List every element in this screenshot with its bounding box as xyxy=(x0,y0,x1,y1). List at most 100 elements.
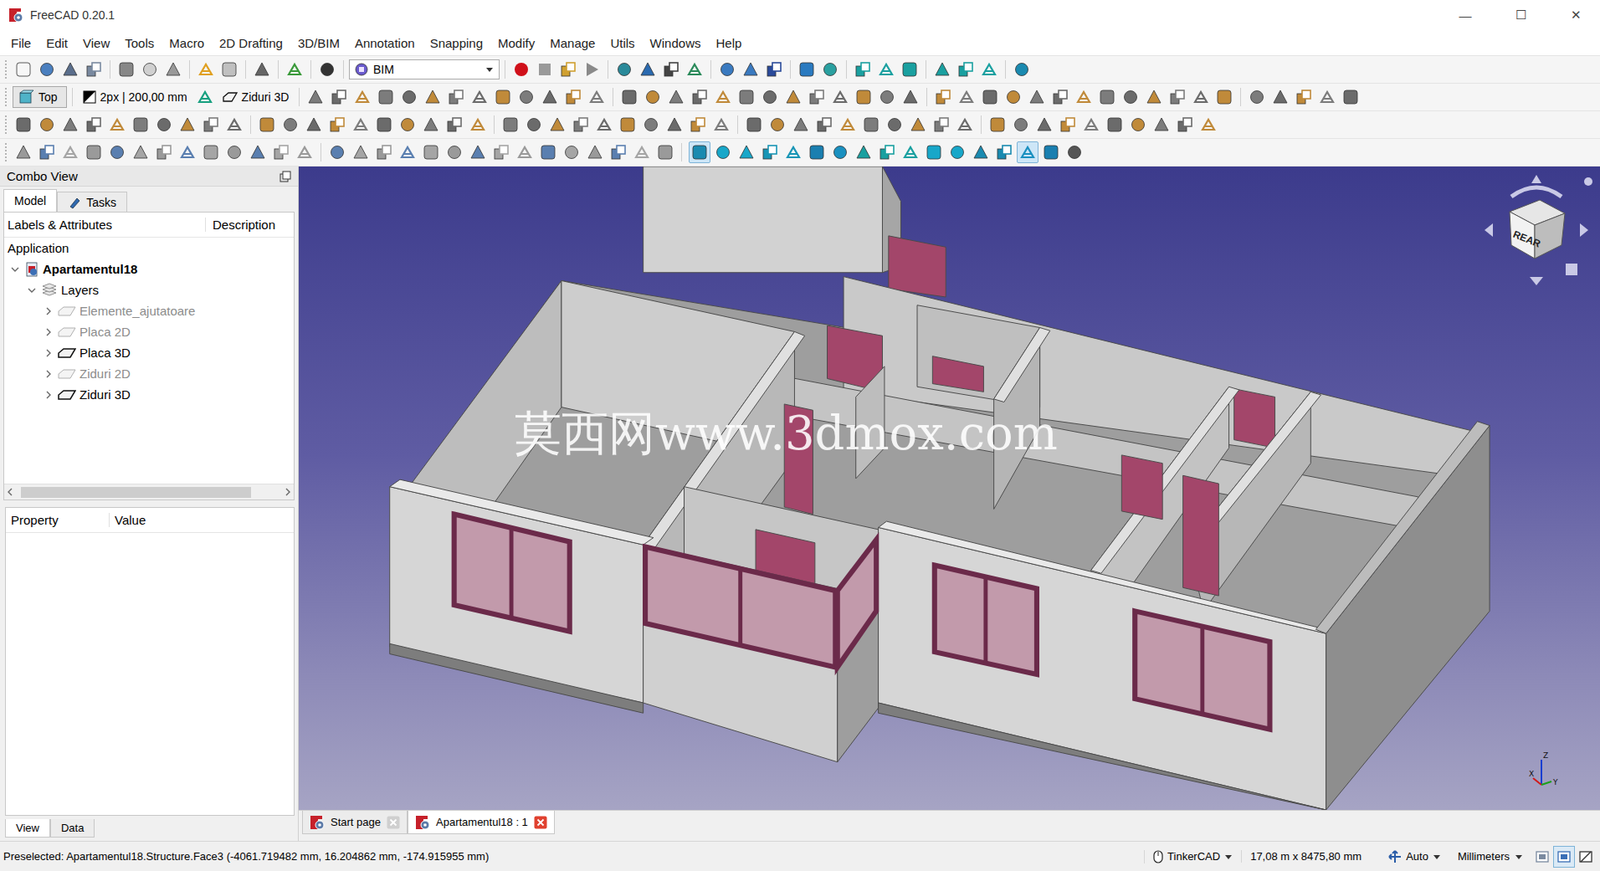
tool-icon[interactable] xyxy=(925,143,943,161)
building-model[interactable] xyxy=(298,166,1600,811)
tool-button[interactable] xyxy=(1119,86,1142,108)
tool-icon[interactable] xyxy=(1042,143,1060,161)
tool-icon[interactable] xyxy=(686,61,703,78)
tool-button[interactable] xyxy=(138,58,161,81)
tool-button[interactable] xyxy=(930,113,953,136)
tool-icon[interactable] xyxy=(328,143,346,161)
tool-button[interactable] xyxy=(533,58,556,81)
tool-icon[interactable] xyxy=(586,143,604,161)
tool-icon[interactable] xyxy=(1153,116,1170,134)
tool-icon[interactable] xyxy=(831,88,849,106)
tool-button[interactable] xyxy=(420,113,442,136)
tool-button[interactable] xyxy=(316,58,339,81)
tool-icon[interactable] xyxy=(469,116,487,134)
menu-item[interactable]: Windows xyxy=(642,32,709,54)
tool-icon[interactable] xyxy=(933,61,951,78)
tool-icon[interactable] xyxy=(1019,143,1036,161)
window-control-button[interactable]: ✕ xyxy=(1551,0,1600,31)
tool-button[interactable] xyxy=(420,141,442,164)
tool-button[interactable] xyxy=(1010,58,1033,81)
tool-icon[interactable] xyxy=(564,88,582,106)
scroll-thumb[interactable] xyxy=(20,487,252,498)
menu-item[interactable]: Snapping xyxy=(422,32,491,54)
tool-button[interactable] xyxy=(716,58,739,81)
tool-icon[interactable] xyxy=(761,88,779,106)
tool-button[interactable] xyxy=(557,58,580,81)
tool-button[interactable] xyxy=(194,86,216,108)
snap-toggle[interactable] xyxy=(852,141,875,164)
tool-button[interactable] xyxy=(256,113,278,136)
tool-button[interactable] xyxy=(492,86,514,108)
tool-button[interactable] xyxy=(443,141,466,164)
tool-icon[interactable] xyxy=(541,88,559,106)
tool-icon[interactable] xyxy=(957,61,975,78)
tool-button[interactable] xyxy=(688,86,711,108)
tool-icon[interactable] xyxy=(38,143,56,161)
tool-button[interactable] xyxy=(898,58,921,81)
tool-button[interactable] xyxy=(836,113,859,136)
tool-icon[interactable] xyxy=(595,116,613,134)
tool-button[interactable] xyxy=(162,58,185,81)
dropdown-arrow-icon[interactable] xyxy=(1514,852,1524,862)
tool-button[interactable] xyxy=(251,58,273,81)
tool-icon[interactable] xyxy=(784,88,802,106)
tool-icon[interactable] xyxy=(1248,88,1266,106)
tool-button[interactable] xyxy=(1080,113,1103,136)
tool-button[interactable] xyxy=(819,58,842,81)
close-tab-icon[interactable] xyxy=(386,815,400,830)
tool-button[interactable] xyxy=(1127,113,1149,136)
tree-row[interactable]: Placa 2D xyxy=(4,321,294,343)
tool-button[interactable] xyxy=(1150,113,1173,136)
tool-button[interactable] xyxy=(523,113,545,136)
tool-button[interactable] xyxy=(200,113,222,136)
tool-button[interactable] xyxy=(466,141,489,164)
tool-icon[interactable] xyxy=(831,143,849,161)
tool-button[interactable] xyxy=(636,58,659,81)
tool-button[interactable] xyxy=(782,86,805,108)
tool-button[interactable] xyxy=(1339,86,1362,108)
tool-button[interactable] xyxy=(860,113,883,136)
tool-button[interactable] xyxy=(398,86,421,108)
tool-button[interactable] xyxy=(396,113,419,136)
tool-button[interactable] xyxy=(328,86,350,108)
tool-button[interactable] xyxy=(593,113,616,136)
dropdown-arrow-icon[interactable] xyxy=(485,65,494,74)
tool-icon[interactable] xyxy=(422,116,440,134)
expand-arrow-icon[interactable] xyxy=(25,284,38,297)
tool-icon[interactable] xyxy=(667,88,685,106)
tool-button[interactable] xyxy=(153,113,175,136)
tool-icon[interactable] xyxy=(225,143,243,161)
tool-button[interactable] xyxy=(766,113,789,136)
tool-button[interactable] xyxy=(1103,113,1126,136)
tool-button[interactable] xyxy=(293,141,316,164)
tool-icon[interactable] xyxy=(784,143,802,161)
tool-button[interactable] xyxy=(59,113,82,136)
tool-icon[interactable] xyxy=(85,143,103,161)
snap-toggle[interactable] xyxy=(946,141,969,164)
tool-button[interactable] xyxy=(931,58,954,81)
tool-icon[interactable] xyxy=(469,143,487,161)
tool-icon[interactable] xyxy=(400,88,418,106)
tool-icon[interactable] xyxy=(108,143,126,161)
tool-icon[interactable] xyxy=(61,143,79,161)
mode-button[interactable]: Auto xyxy=(1379,850,1450,864)
tool-button[interactable] xyxy=(349,141,372,164)
tool-icon[interactable] xyxy=(307,88,324,106)
tool-icon[interactable] xyxy=(305,116,323,134)
tool-icon[interactable] xyxy=(155,143,173,161)
tool-button[interactable] xyxy=(710,113,733,136)
tree-row[interactable]: Layers xyxy=(4,279,294,301)
menu-item[interactable]: 3D/BIM xyxy=(290,32,348,54)
tool-button[interactable] xyxy=(490,141,513,164)
window-control-button[interactable]: — xyxy=(1441,0,1490,31)
tool-button[interactable] xyxy=(373,141,395,164)
tool-icon[interactable] xyxy=(815,116,833,134)
tool-icon[interactable] xyxy=(666,116,683,134)
tool-button[interactable] xyxy=(1189,86,1212,108)
window-control-button[interactable]: ☐ xyxy=(1496,0,1545,31)
tool-button[interactable] xyxy=(813,113,836,136)
tool-icon[interactable] xyxy=(1028,88,1046,106)
tool-button[interactable] xyxy=(82,58,105,81)
tool-button[interactable] xyxy=(795,58,818,81)
tool-button[interactable] xyxy=(562,86,585,108)
